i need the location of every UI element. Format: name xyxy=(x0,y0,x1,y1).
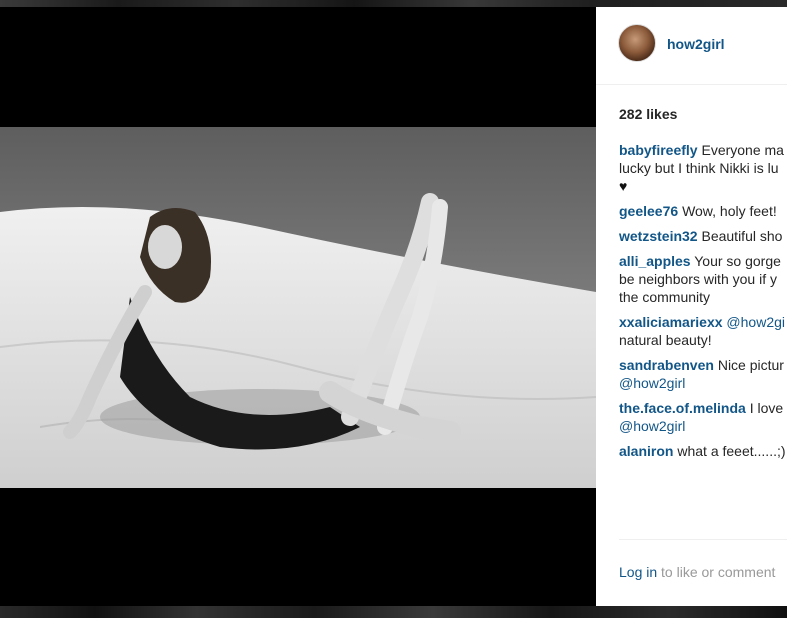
comment-username[interactable]: geelee76 xyxy=(619,203,678,219)
comment-mention[interactable]: @how2girl xyxy=(619,375,685,391)
comment-username[interactable]: the.face.of.melinda xyxy=(619,400,746,416)
author-header: how2girl xyxy=(596,7,787,85)
login-prompt-text: to like or comment xyxy=(657,564,776,580)
comment-username[interactable]: wetzstein32 xyxy=(619,228,698,244)
comment-text: the community xyxy=(619,289,711,305)
comment-text: be neighbors with you if y xyxy=(619,271,777,287)
login-link[interactable]: Log in xyxy=(619,564,657,580)
author-username[interactable]: how2girl xyxy=(667,36,725,52)
comment-username[interactable]: alli_apples xyxy=(619,253,691,269)
comment-username[interactable]: babyfireefly xyxy=(619,142,698,158)
comment-item: the.face.of.melinda I love @how2girl xyxy=(619,399,787,435)
comment-text: Wow, holy feet! xyxy=(682,203,777,219)
likes-count[interactable]: 282 likes xyxy=(619,106,677,122)
comment-username[interactable]: xxaliciamariexx xyxy=(619,314,723,330)
photo-panel xyxy=(0,7,596,606)
comment-username[interactable]: alaniron xyxy=(619,443,673,459)
comment-text: Nice pictur xyxy=(717,357,784,373)
comment-list: babyfireefly Everyone ma lucky but I thi… xyxy=(619,141,787,467)
comment-text: Everyone ma xyxy=(701,142,784,158)
comment-item: wetzstein32 Beautiful sho xyxy=(619,227,787,245)
comment-item: sandrabenven Nice pictur @how2girl xyxy=(619,356,787,392)
post-sidebar: how2girl 282 likes babyfireefly Everyone… xyxy=(596,7,787,606)
comment-text: lucky but I think Nikki is lu xyxy=(619,160,779,176)
avatar[interactable] xyxy=(618,24,656,62)
comment-mention[interactable]: @how2girl xyxy=(619,418,685,434)
comment-item: xxaliciamariexx @how2gi natural beauty! xyxy=(619,313,787,349)
comment-text: what a feeet......;) xyxy=(677,443,786,459)
comment-text: I love xyxy=(749,400,784,416)
comment-mention[interactable]: @how2gi xyxy=(726,314,785,330)
post-photo[interactable] xyxy=(0,127,596,488)
post-modal: how2girl 282 likes babyfireefly Everyone… xyxy=(0,7,787,606)
comment-item: alaniron what a feeet......;) xyxy=(619,442,787,460)
backdrop-bottom xyxy=(0,606,787,618)
comment-text: Your so gorge xyxy=(694,253,781,269)
comment-item: geelee76 Wow, holy feet! xyxy=(619,202,787,220)
photo-illustration xyxy=(0,127,596,488)
comment-item: alli_apples Your so gorge be neighbors w… xyxy=(619,252,787,306)
comment-username[interactable]: sandrabenven xyxy=(619,357,714,373)
login-prompt: Log in to like or comment xyxy=(619,539,787,580)
comment-text: Beautiful sho xyxy=(701,228,783,244)
comment-item: babyfireefly Everyone ma lucky but I thi… xyxy=(619,141,787,195)
comment-text: natural beauty! xyxy=(619,332,712,348)
heart-icon: ♥ xyxy=(619,178,628,194)
